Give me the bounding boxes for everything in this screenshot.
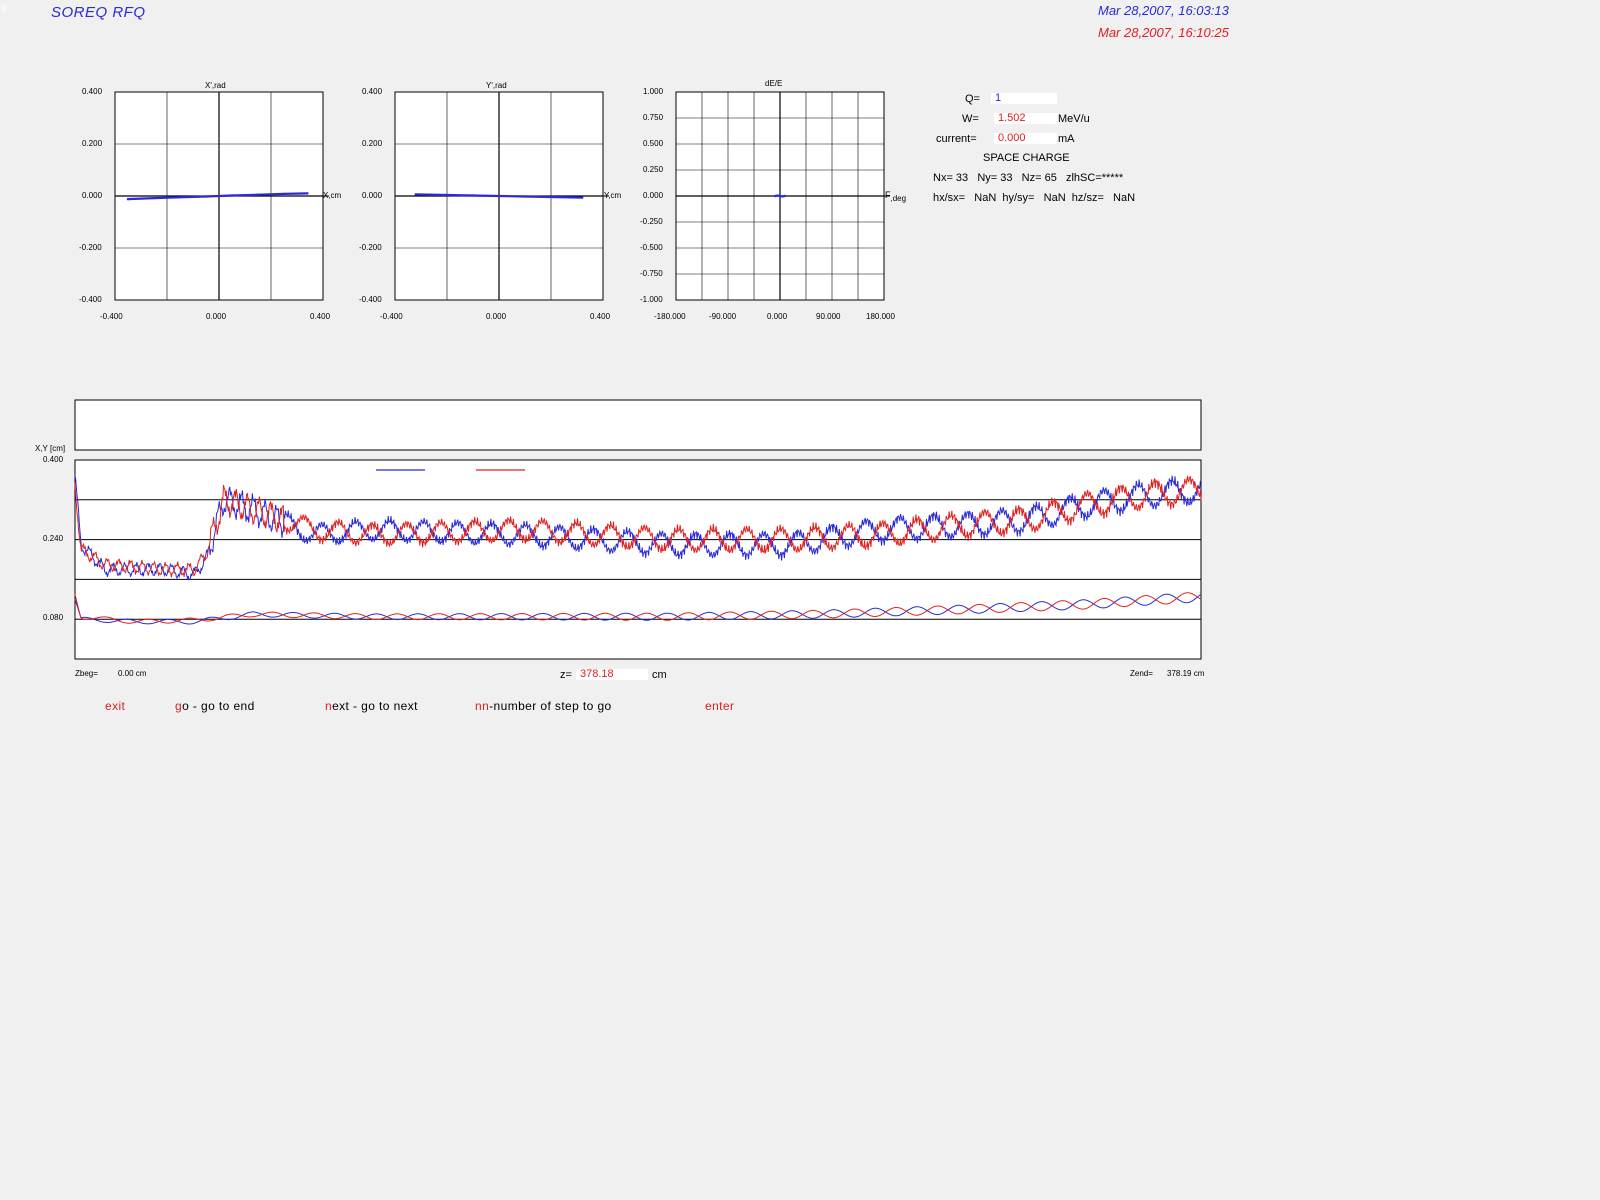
plot-x-particle-point — [256, 193, 260, 196]
plot-x-particle-point — [230, 194, 234, 197]
plot-y-particle-point — [414, 193, 417, 196]
plot-e-particle-point — [774, 194, 777, 198]
plot-x-particle-point — [152, 196, 156, 200]
plot-x-particle-point — [306, 192, 309, 195]
plot-x-particle-point — [204, 195, 208, 198]
plots-canvas — [74, 91, 1202, 660]
plot-e-particle-point — [781, 195, 784, 198]
envelope-frame — [74, 459, 1202, 660]
parameter-strip-frame — [74, 399, 1202, 451]
plot-y-particle-point — [549, 195, 553, 199]
plot-y-particle-point — [523, 195, 527, 198]
plot-y-particle-point — [497, 194, 501, 198]
plot-y-particle-point — [471, 194, 475, 197]
plot-x-particle-point — [126, 197, 130, 201]
plot-e-particle-point — [778, 194, 782, 198]
plot-y-particle-point — [445, 193, 449, 197]
plot-x-particle-point — [178, 196, 182, 199]
plot-x-particle-point — [282, 192, 286, 196]
plot-e-particle-point — [783, 194, 786, 198]
plot-y-particle-point — [581, 196, 584, 199]
plot-e-particle-point — [776, 194, 779, 197]
